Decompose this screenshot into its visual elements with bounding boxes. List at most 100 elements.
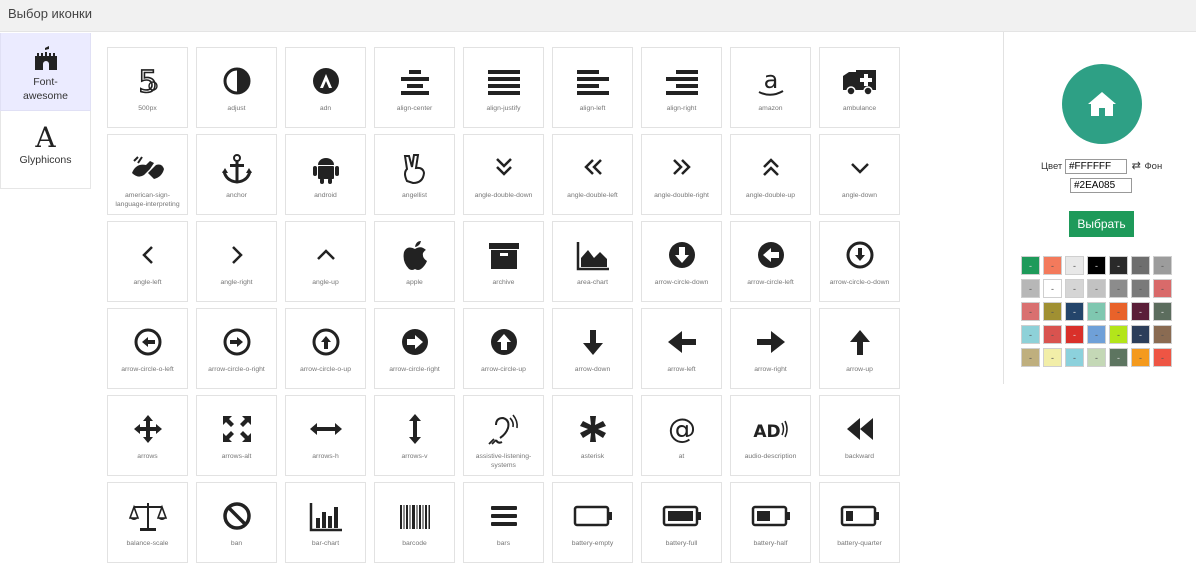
icon-cell-angle-down[interactable]: angle-down [819, 134, 900, 215]
icon-cell-angle-double-up[interactable]: angle-double-up [730, 134, 811, 215]
color-swatch[interactable]: - [1043, 279, 1062, 298]
icon-cell-apple[interactable]: apple [374, 221, 455, 302]
icon-cell-backward[interactable]: backward [819, 395, 900, 476]
icon-cell-ban[interactable]: ban [196, 482, 277, 563]
color-swatch[interactable]: - [1043, 302, 1062, 321]
icon-cell-amazon[interactable]: a amazon [730, 47, 811, 128]
icon-cell-ambulance[interactable]: ambulance [819, 47, 900, 128]
icon-cell-arrow-down[interactable]: arrow-down [552, 308, 633, 389]
color-swatch[interactable]: - [1109, 325, 1128, 344]
color-swatch[interactable]: - [1087, 302, 1106, 321]
icon-cell-battery-half[interactable]: battery-half [730, 482, 811, 563]
icon-cell-anchor[interactable]: anchor [196, 134, 277, 215]
icon-cell-arrow-circle-left[interactable]: arrow-circle-left [730, 221, 811, 302]
assistive-listening-icon [487, 414, 518, 445]
icon-color-input[interactable] [1064, 159, 1127, 174]
icon-cell-arrow-circle-right[interactable]: arrow-circle-right [374, 308, 455, 389]
icon-cell-angellist[interactable]: angellist [374, 134, 455, 215]
icon-cell-arrows-v[interactable]: arrows-v [374, 395, 455, 476]
icon-cell-arrow-circle-o-right[interactable]: arrow-circle-o-right [196, 308, 277, 389]
icon-cell-500px[interactable]: 5 500px [107, 47, 188, 128]
color-swatch[interactable]: - [1109, 302, 1128, 321]
color-swatch[interactable]: - [1043, 325, 1062, 344]
color-swatch[interactable]: - [1153, 302, 1172, 321]
icon-cell-align-justify[interactable]: align-justify [463, 47, 544, 128]
color-swatch[interactable]: - [1109, 279, 1128, 298]
color-swatch[interactable]: - [1131, 325, 1150, 344]
icon-cell-angle-double-right[interactable]: angle-double-right [641, 134, 722, 215]
icon-cell-align-left[interactable]: align-left [552, 47, 633, 128]
background-color-input[interactable] [1070, 178, 1132, 193]
icon-cell-android[interactable]: android [285, 134, 366, 215]
icon-cell-adn[interactable]: adn [285, 47, 366, 128]
icon-cell-battery-quarter[interactable]: battery-quarter [819, 482, 900, 563]
color-swatch[interactable]: - [1109, 348, 1128, 367]
icon-cell-american-sign-language-interpreting[interactable]: american-sign-language-interpreting [107, 134, 188, 215]
icon-cell-arrows-alt[interactable]: arrows-alt [196, 395, 277, 476]
tab-font-awesome[interactable]: Font-awesome [0, 33, 91, 111]
icon-cell-balance-scale[interactable]: balance-scale [107, 482, 188, 563]
color-swatch[interactable]: - [1109, 256, 1128, 275]
icon-cell-barcode[interactable]: barcode [374, 482, 455, 563]
color-swatch[interactable]: - [1021, 279, 1040, 298]
icon-cell-adjust[interactable]: adjust [196, 47, 277, 128]
icon-cell-angle-double-left[interactable]: angle-double-left [552, 134, 633, 215]
icon-cell-arrows-h[interactable]: arrows-h [285, 395, 366, 476]
color-swatch[interactable]: - [1087, 279, 1106, 298]
angle-double-up-icon [762, 158, 779, 176]
color-swatch[interactable]: - [1021, 325, 1040, 344]
icon-cell-battery-empty[interactable]: battery-empty [552, 482, 633, 563]
color-swatch[interactable]: - [1153, 256, 1172, 275]
color-swatch[interactable]: - [1153, 348, 1172, 367]
icon-cell-audio-description[interactable]: AD audio-description [730, 395, 811, 476]
icon-cell-bar-chart[interactable]: bar-chart [285, 482, 366, 563]
icon-cell-arrows[interactable]: arrows [107, 395, 188, 476]
color-swatch[interactable]: - [1131, 256, 1150, 275]
icon-cell-angle-left[interactable]: angle-left [107, 221, 188, 302]
icon-cell-arrow-circle-up[interactable]: arrow-circle-up [463, 308, 544, 389]
icon-cell-arrow-circle-o-down[interactable]: arrow-circle-o-down [819, 221, 900, 302]
icon-cell-arrow-up[interactable]: arrow-up [819, 308, 900, 389]
tab-glyphicons[interactable]: A Glyphicons [0, 111, 91, 189]
icon-cell-at[interactable]: @ at [641, 395, 722, 476]
swap-colors-icon[interactable]: ⇄ [1132, 159, 1141, 172]
icon-cell-arrow-circle-o-left[interactable]: arrow-circle-o-left [107, 308, 188, 389]
icon-cell-asterisk[interactable]: asterisk [552, 395, 633, 476]
color-swatch[interactable]: - [1021, 348, 1040, 367]
color-swatch[interactable]: - [1131, 279, 1150, 298]
icon-cell-arrow-circle-down[interactable]: arrow-circle-down [641, 221, 722, 302]
color-swatch[interactable]: - [1065, 302, 1084, 321]
color-swatch[interactable]: - [1043, 256, 1062, 275]
color-swatch[interactable]: - [1087, 256, 1106, 275]
color-swatch[interactable]: - [1021, 302, 1040, 321]
color-swatch[interactable]: - [1065, 325, 1084, 344]
icon-cell-battery-full[interactable]: battery-full [641, 482, 722, 563]
icon-cell-align-right[interactable]: align-right [641, 47, 722, 128]
color-swatch[interactable]: - [1087, 348, 1106, 367]
color-swatch[interactable]: - [1153, 325, 1172, 344]
icon-label: angle-up [312, 279, 339, 286]
icon-cell-arrow-circle-o-up[interactable]: arrow-circle-o-up [285, 308, 366, 389]
color-swatch[interactable]: - [1043, 348, 1062, 367]
color-swatch[interactable]: - [1131, 302, 1150, 321]
color-swatch[interactable]: - [1131, 348, 1150, 367]
choose-button[interactable]: Выбрать [1069, 211, 1134, 237]
icon-cell-angle-double-down[interactable]: angle-double-down [463, 134, 544, 215]
icon-cell-align-center[interactable]: align-center [374, 47, 455, 128]
icon-cell-arrow-left[interactable]: arrow-left [641, 308, 722, 389]
color-swatch[interactable]: - [1021, 256, 1040, 275]
color-swatch[interactable]: - [1065, 279, 1084, 298]
icon-cell-bars[interactable]: bars [463, 482, 544, 563]
icon-cell-arrow-right[interactable]: arrow-right [730, 308, 811, 389]
icon-cell-angle-right[interactable]: angle-right [196, 221, 277, 302]
color-swatch[interactable]: - [1065, 256, 1084, 275]
icon-cell-archive[interactable]: archive [463, 221, 544, 302]
icon-cell-area-chart[interactable]: area-chart [552, 221, 633, 302]
icon-label: arrow-circle-o-right [208, 366, 265, 373]
color-swatch[interactable]: - [1065, 348, 1084, 367]
color-swatch[interactable]: - [1087, 325, 1106, 344]
icon-label: area-chart [577, 279, 608, 286]
icon-cell-angle-up[interactable]: angle-up [285, 221, 366, 302]
color-swatch[interactable]: - [1153, 279, 1172, 298]
icon-cell-assistive-listening-systems[interactable]: assistive-listening-systems [463, 395, 544, 476]
